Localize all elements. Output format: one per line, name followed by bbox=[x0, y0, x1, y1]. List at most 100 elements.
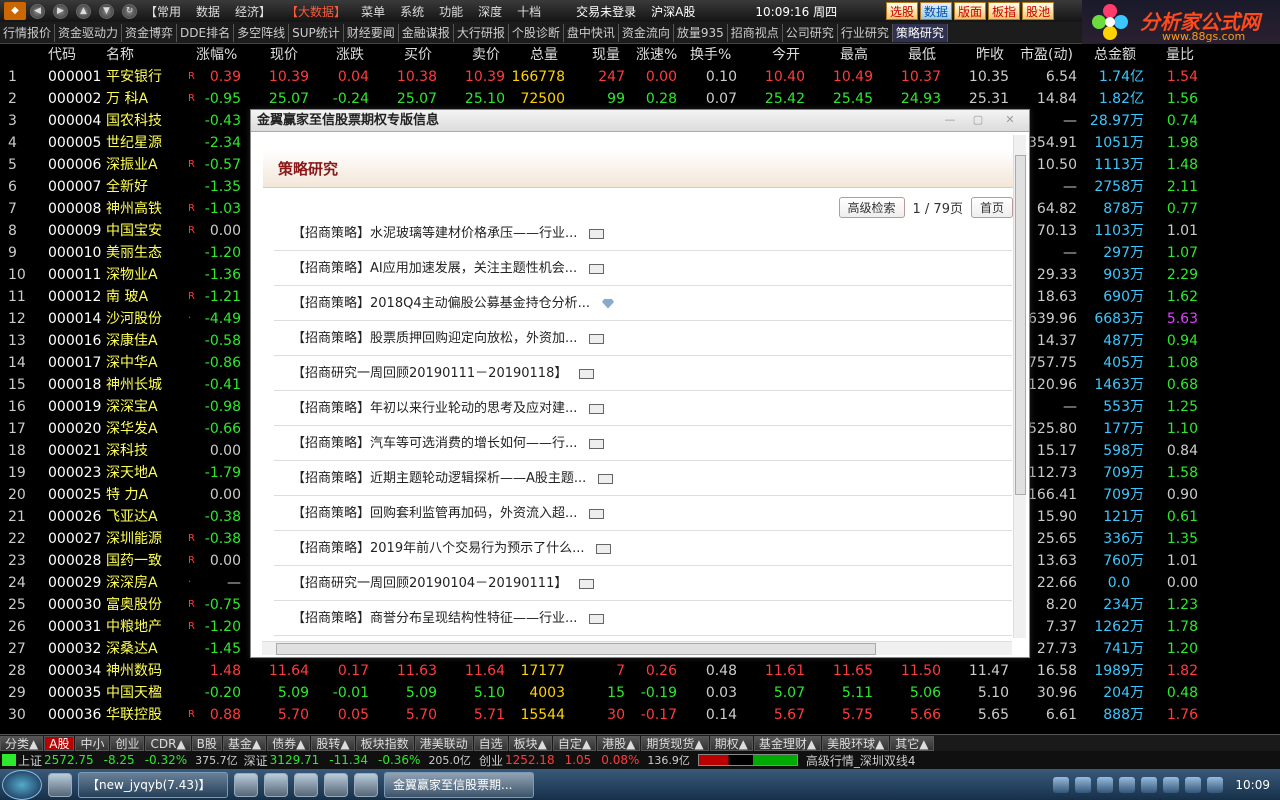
table-row[interactable]: 1 000001 平安银行 R 0.39 10.39 0.04 10.38 10.39 16677… bbox=[0, 66, 1280, 88]
article-item[interactable]: 【招商策略】2019年前八个交易行为预示了什么... bbox=[274, 532, 1012, 566]
column-header[interactable]: 总量 bbox=[530, 44, 558, 66]
tray-icon[interactable] bbox=[1141, 776, 1158, 793]
article-title[interactable]: 【招商策略】AI应用加速发展，关注主题性机会... bbox=[292, 261, 577, 276]
bottom-tab[interactable]: 中小 bbox=[75, 735, 110, 751]
menu-economy[interactable]: 经济】 bbox=[235, 3, 271, 20]
back-icon[interactable]: ◀ bbox=[30, 3, 45, 19]
refresh-icon[interactable]: ↻ bbox=[122, 3, 137, 19]
forward-icon[interactable]: ▶ bbox=[53, 3, 68, 19]
start-button-icon[interactable] bbox=[2, 769, 42, 800]
tab-9[interactable]: 个股诊断 bbox=[509, 23, 564, 42]
column-header[interactable]: 名称 bbox=[106, 44, 134, 66]
quick-layout-button[interactable]: 版面 bbox=[954, 2, 987, 20]
up-icon[interactable]: ▲ bbox=[76, 3, 91, 19]
app-icon[interactable] bbox=[294, 772, 318, 797]
article-item[interactable]: 【招商策略】AI应用加速发展，关注主题性机会... bbox=[274, 252, 1012, 286]
bottom-tab[interactable]: 分类▲ bbox=[0, 735, 44, 751]
tab-12[interactable]: 放量935 bbox=[674, 23, 728, 42]
article-title[interactable]: 【招商策略】股票质押回购迎定向放松，外资加... bbox=[292, 331, 577, 346]
app-icon[interactable] bbox=[234, 772, 258, 797]
article-title[interactable]: 【招商策略】汽车等可选消费的增长如何——行... bbox=[292, 436, 577, 451]
ie-icon[interactable] bbox=[48, 772, 72, 797]
column-header[interactable]: 量比 bbox=[1166, 44, 1194, 66]
column-header[interactable]: 买价 bbox=[404, 44, 432, 66]
scroll-thumb[interactable] bbox=[276, 643, 876, 655]
tab-4[interactable]: 多空阵线 bbox=[234, 23, 290, 42]
tab-16[interactable]: 策略研究 bbox=[892, 23, 948, 42]
column-header[interactable]: 昨收 bbox=[976, 44, 1004, 66]
article-title[interactable]: 【招商研究一周回顾20190104－20190111】 bbox=[292, 576, 567, 591]
bottom-tab[interactable]: 债券▲ bbox=[267, 735, 311, 751]
article-item[interactable]: 【招商策略】年初以来行业轮动的思考及应对建... bbox=[274, 392, 1012, 426]
tab-2[interactable]: 资金博弈 bbox=[122, 23, 178, 42]
article-item[interactable]: 【招商策略】汽车等可选消费的增长如何——行... bbox=[274, 427, 1012, 461]
maximize-icon[interactable]: ▢ bbox=[967, 112, 989, 128]
minimize-icon[interactable]: — bbox=[939, 112, 961, 128]
article-item[interactable]: 【招商研究一周回顾20190104－20190111】 bbox=[274, 567, 1012, 601]
article-item[interactable]: 【招商策略】2018Q4主动偏股公募基金持仓分析... bbox=[274, 287, 1012, 321]
close-icon[interactable]: ✕ bbox=[999, 112, 1021, 128]
tab-6[interactable]: 财经要闻 bbox=[344, 23, 399, 42]
article-item[interactable]: 【招商策略】回购套利监管再加码，外资流入超... bbox=[274, 497, 1012, 531]
article-title[interactable]: 【招商策略】2019年前八个交易行为预示了什么... bbox=[292, 541, 584, 556]
menu-common[interactable]: 【常用 bbox=[145, 3, 181, 20]
bottom-tab[interactable]: 美股环球▲ bbox=[822, 735, 890, 751]
bottom-tab[interactable]: 期货现货▲ bbox=[641, 735, 709, 751]
article-item[interactable]: 【招商策略】水泥玻璃等建材价格承压——行业... bbox=[274, 217, 1012, 251]
article-title[interactable]: 【招商策略】商誉分布呈现结构性特征——行业... bbox=[292, 611, 577, 626]
bottom-tab[interactable]: 股转▲ bbox=[311, 735, 355, 751]
table-row[interactable]: 29 000035 中国天楹 -0.20 5.09 -0.01 5.09 5.10 4003 15… bbox=[0, 682, 1280, 704]
menu-data[interactable]: 数据 bbox=[196, 3, 220, 20]
bottom-tab[interactable]: 板块指数 bbox=[355, 735, 414, 751]
tray-icon[interactable] bbox=[1163, 776, 1180, 793]
bottom-tab[interactable]: 期权▲ bbox=[709, 735, 753, 751]
bottom-tab[interactable]: CDR▲ bbox=[145, 735, 191, 751]
bottom-tab[interactable]: 自选 bbox=[473, 735, 508, 751]
tab-13[interactable]: 招商视点 bbox=[728, 23, 783, 42]
column-header[interactable]: 涨跌 bbox=[336, 44, 364, 66]
column-header[interactable]: 卖价 bbox=[472, 44, 500, 66]
table-row[interactable]: 28 000034 神州数码 1.48 11.64 0.17 11.63 11.64 17177… bbox=[0, 660, 1280, 682]
app-icon[interactable] bbox=[324, 772, 348, 797]
menu-depth[interactable]: 深度 bbox=[478, 3, 502, 20]
app-icon[interactable] bbox=[264, 772, 288, 797]
first-page-button[interactable]: 首页 bbox=[970, 197, 1013, 218]
quick-pool-button[interactable]: 股池 bbox=[1022, 2, 1055, 20]
tray-icon[interactable] bbox=[1119, 776, 1136, 793]
taskbar-clock[interactable]: 10:09 bbox=[1235, 778, 1270, 792]
menu-function[interactable]: 功能 bbox=[439, 3, 463, 20]
article-title[interactable]: 【招商研究一周回顾20190111－20190118】 bbox=[292, 366, 567, 381]
tab-11[interactable]: 资金流向 bbox=[619, 23, 674, 42]
column-header[interactable]: 涨幅% bbox=[196, 44, 237, 66]
article-title[interactable]: 【招商策略】水泥玻璃等建材价格承压——行业... bbox=[292, 226, 577, 241]
article-item[interactable]: 【招商策略】商誉分布呈现结构性特征——行业... bbox=[274, 602, 1012, 636]
tray-icon[interactable] bbox=[1097, 776, 1114, 793]
column-header[interactable]: 今开 bbox=[772, 44, 800, 66]
article-title[interactable]: 【招商策略】回购套利监管再加码，外资流入超... bbox=[292, 506, 577, 521]
article-item[interactable]: 【招商研究一周回顾20190111－20190118】 bbox=[274, 357, 1012, 391]
tab-15[interactable]: 行业研究 bbox=[838, 23, 893, 42]
article-title[interactable]: 【招商策略】近期主题轮动逻辑探析——A股主题... bbox=[292, 471, 586, 486]
column-header[interactable]: 涨速% bbox=[636, 44, 677, 66]
menu-ten-level[interactable]: 十档 bbox=[517, 3, 541, 20]
tray-icon[interactable] bbox=[1053, 776, 1070, 793]
tab-14[interactable]: 公司研究 bbox=[783, 23, 838, 42]
column-header[interactable]: 最低 bbox=[908, 44, 936, 66]
bottom-tab[interactable]: 板块▲ bbox=[508, 735, 552, 751]
column-header[interactable]: 现价 bbox=[270, 44, 298, 66]
article-title[interactable]: 【招商策略】2018Q4主动偏股公募基金持仓分析... bbox=[292, 296, 590, 311]
menu-bigdata[interactable]: 【大数据】 bbox=[286, 3, 346, 20]
taskbar-item-folder[interactable]: 【new_jyqyb(7.43)】 bbox=[78, 771, 228, 798]
help-icon[interactable] bbox=[1075, 776, 1092, 793]
quick-index-button[interactable]: 板指 bbox=[988, 2, 1021, 20]
volume-icon[interactable] bbox=[1185, 776, 1202, 793]
dialog-vertical-scrollbar[interactable] bbox=[1013, 135, 1026, 638]
advanced-search-button[interactable]: 高级检索 bbox=[838, 197, 905, 218]
tab-10[interactable]: 盘中快讯 bbox=[564, 23, 619, 42]
bottom-tab[interactable]: 基金▲ bbox=[222, 735, 267, 751]
tab-1[interactable]: 资金驱动力 bbox=[55, 23, 123, 42]
scroll-thumb[interactable] bbox=[1015, 155, 1026, 495]
quick-data-button[interactable]: 数据 bbox=[920, 2, 953, 20]
tab-3[interactable]: DDE排名 bbox=[177, 23, 235, 42]
bottom-tab[interactable]: 其它▲ bbox=[890, 735, 934, 751]
